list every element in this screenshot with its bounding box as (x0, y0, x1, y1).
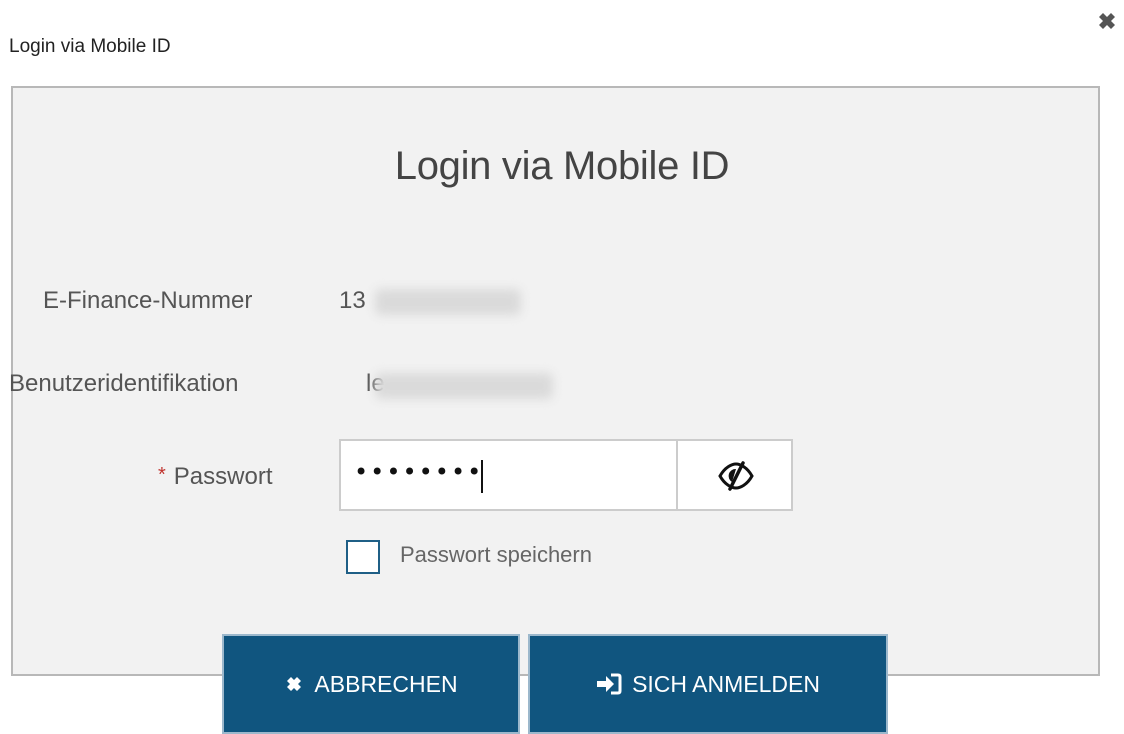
cancel-button-label: ABBRECHEN (314, 670, 458, 697)
password-label-group: * Passwort (158, 463, 273, 491)
remember-password-label[interactable]: Passwort speichern (400, 542, 592, 568)
password-input[interactable]: •••••••• (339, 439, 678, 511)
password-label: Passwort (173, 463, 273, 490)
sign-in-button[interactable]: SICH ANMELDEN (528, 634, 888, 734)
remember-password-checkbox[interactable] (346, 540, 380, 574)
password-masked-value: •••••••• (354, 458, 484, 486)
sign-in-button-label: SICH ANMELDEN (632, 670, 820, 697)
eye-slash-icon (718, 461, 754, 491)
text-caret (481, 460, 483, 493)
finance-number-redaction (375, 289, 521, 315)
dialog-title: Login via Mobile ID (9, 36, 171, 57)
required-marker: * (158, 464, 166, 486)
close-icon (284, 674, 304, 694)
password-visibility-toggle[interactable] (676, 439, 793, 511)
close-icon[interactable] (1094, 8, 1120, 34)
cancel-button[interactable]: ABBRECHEN (222, 634, 520, 734)
finance-number-label: E-Finance-Nummer (43, 287, 253, 314)
user-id-label: Benutzeridentifikation (9, 370, 239, 397)
sign-in-icon (596, 673, 622, 695)
finance-number-value: 13 (339, 287, 366, 314)
panel-heading: Login via Mobile ID (394, 144, 730, 188)
user-id-redaction (375, 373, 553, 399)
